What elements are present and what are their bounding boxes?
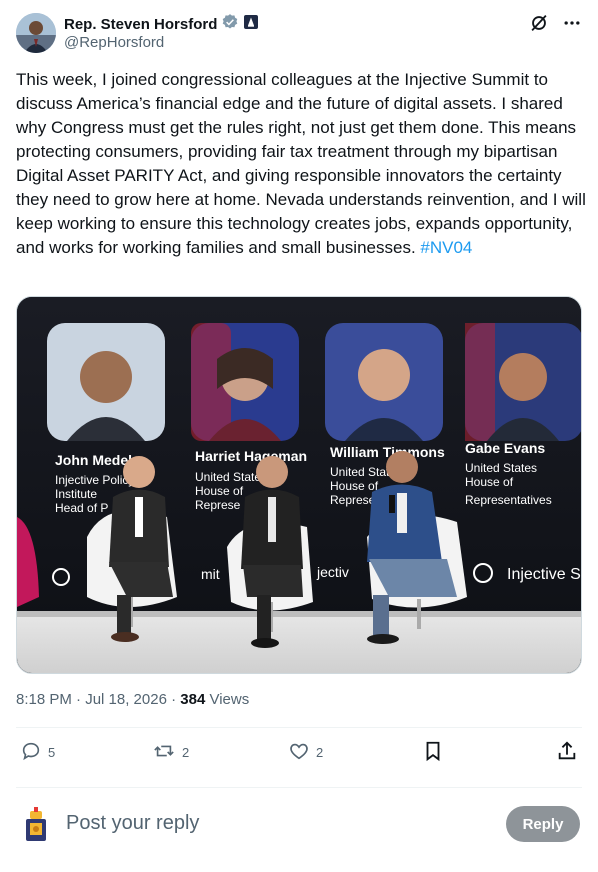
caption-name-3: William Timmons: [330, 444, 445, 460]
reply-count: 5: [48, 745, 56, 760]
caption-line2-2: House of: [195, 484, 244, 498]
bookmark-button[interactable]: [422, 740, 444, 765]
author-display-name[interactable]: Rep. Steven Horsford: [64, 15, 217, 35]
like-icon: [288, 740, 310, 765]
post-text: This week, I joined congressional collea…: [16, 68, 586, 260]
reply-icon: [20, 740, 42, 765]
caption-name-1: John Medel: [55, 452, 132, 468]
author-handle[interactable]: @RepHorsford: [64, 33, 164, 53]
share-button[interactable]: [556, 740, 578, 765]
like-count: 2: [316, 745, 324, 760]
post-actions: 5 2 2: [16, 728, 582, 776]
views-label: Views: [205, 691, 250, 708]
screen-headshot-1: [47, 323, 165, 441]
government-badge-icon: [243, 14, 259, 35]
caption-name-2: Harriet Hageman: [195, 448, 307, 464]
views-count[interactable]: 384: [180, 691, 205, 708]
author-avatar[interactable]: [16, 13, 56, 53]
bookmark-icon: [422, 740, 444, 765]
more-options-icon[interactable]: [562, 13, 582, 33]
screen-headshot-4: [465, 323, 581, 441]
caption-name-4: Gabe Evans: [465, 440, 545, 456]
screen-logo-fragment-2: jectiv: [316, 564, 349, 580]
like-button[interactable]: 2: [288, 740, 323, 765]
post-timestamp[interactable]: 8:18 PM · Jul 18, 2026 ·: [16, 691, 180, 708]
screen-logo-fragment-1: mit: [201, 566, 220, 582]
reply-button[interactable]: 5: [20, 740, 55, 765]
screen-headshot-2: [191, 323, 299, 441]
post-body: This week, I joined congressional collea…: [16, 70, 591, 257]
repost-button[interactable]: 2: [152, 740, 189, 765]
current-user-avatar[interactable]: [16, 805, 56, 845]
post-header: Rep. Steven Horsford @RepHorsford: [16, 12, 582, 54]
caption-line3-1: Head of P: [55, 501, 108, 515]
caption-line2-1: Institute: [55, 487, 97, 501]
caption-line1-1: Injective Policy: [55, 473, 134, 487]
caption-line3-3: Represe: [330, 493, 376, 507]
reply-composer: Reply: [16, 800, 582, 850]
screen-headshot-3: [325, 323, 443, 441]
caption-line1-4: United States: [465, 461, 537, 475]
caption-line3-2: Represe: [195, 498, 241, 512]
reply-input[interactable]: [66, 812, 486, 835]
screen-logo-injective: Injective S: [507, 566, 581, 583]
hashtag-link[interactable]: #NV04: [420, 238, 472, 257]
caption-line2-3: House of: [330, 479, 379, 493]
post-meta: 8:18 PM · Jul 18, 2026 · 384 Views: [16, 690, 249, 710]
divider-bottom: [16, 787, 582, 788]
repost-icon: [152, 740, 176, 765]
reply-submit-button[interactable]: Reply: [506, 806, 580, 842]
grok-icon[interactable]: [528, 12, 550, 34]
caption-line2-4: House of: [465, 475, 514, 489]
post-image[interactable]: John Medel Injective Policy Institute He…: [16, 296, 582, 674]
share-icon: [556, 740, 578, 765]
verified-badge-icon: [221, 13, 239, 36]
repost-count: 2: [182, 745, 190, 760]
caption-line3-4: Representatives: [465, 493, 552, 507]
